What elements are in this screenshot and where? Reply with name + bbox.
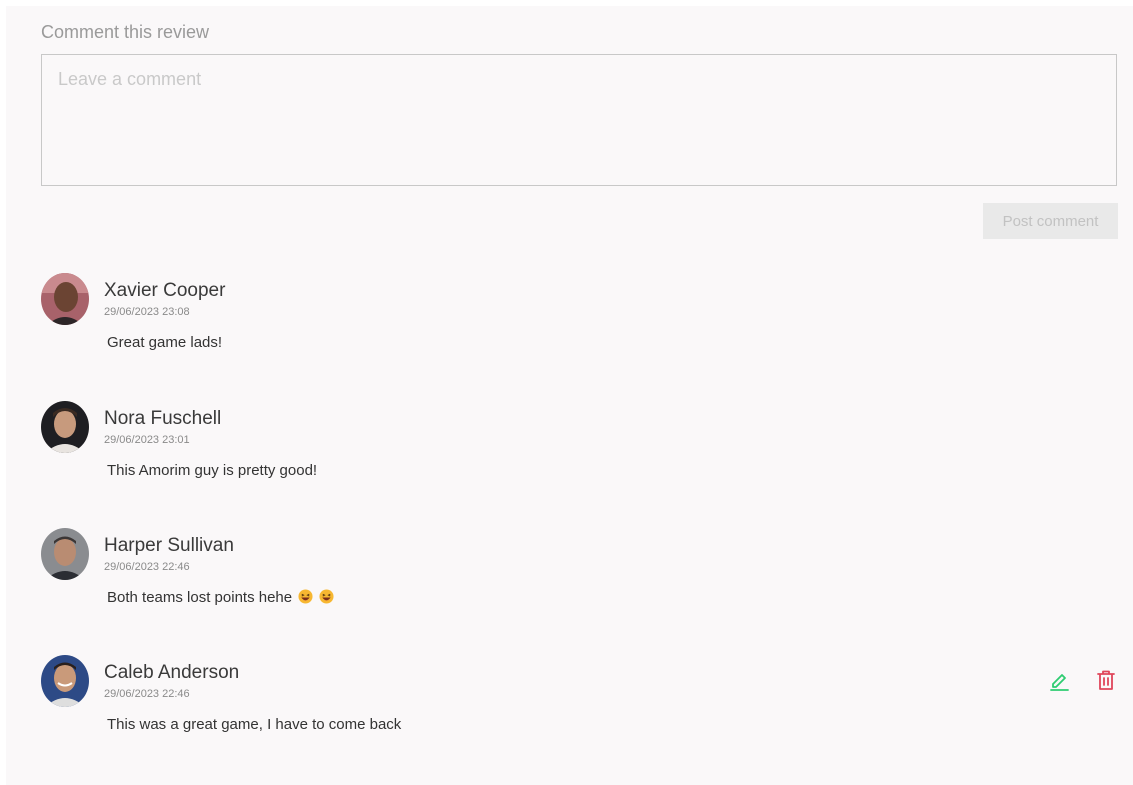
comment-input[interactable] [41, 54, 1117, 186]
section-title: Comment this review [41, 22, 210, 42]
avatar [41, 401, 89, 453]
comment-text-body: Both teams lost points hehe [107, 589, 293, 606]
avatar [41, 655, 89, 707]
comment-text: This was a great game, I have to come ba… [107, 716, 402, 733]
delete-icon[interactable] [1095, 669, 1117, 691]
comment-text: This Amorim guy is pretty good! [107, 462, 318, 479]
grinning-squinting-face-icon [319, 589, 334, 604]
comment-timestamp: 29/06/2023 23:08 [104, 306, 190, 318]
comment-timestamp: 29/06/2023 22:46 [104, 688, 190, 700]
comment-author: Harper Sullivan [104, 535, 234, 556]
avatar [41, 528, 89, 580]
comment-item: Nora Fuschell 29/06/2023 23:01 This Amor… [41, 401, 1121, 501]
avatar [41, 273, 89, 325]
comment-timestamp: 29/06/2023 23:01 [104, 434, 190, 446]
comment-item: Xavier Cooper 29/06/2023 23:08 Great gam… [41, 273, 1121, 373]
comment-author: Xavier Cooper [104, 280, 226, 301]
grinning-squinting-face-icon [298, 589, 313, 604]
comment-item: Caleb Anderson 29/06/2023 22:46 This was… [41, 655, 1121, 755]
comment-text: Great game lads! [107, 334, 223, 351]
post-comment-button[interactable]: Post comment [983, 203, 1118, 239]
comment-panel: Comment this review Post comment Xavier … [6, 6, 1133, 785]
comment-item: Harper Sullivan 29/06/2023 22:46 Both te… [41, 528, 1121, 628]
edit-icon[interactable] [1048, 669, 1070, 691]
comment-timestamp: 29/06/2023 22:46 [104, 561, 190, 573]
comment-author: Caleb Anderson [104, 662, 240, 683]
comment-text: Both teams lost points hehe [107, 589, 334, 606]
comment-author: Nora Fuschell [104, 408, 222, 429]
